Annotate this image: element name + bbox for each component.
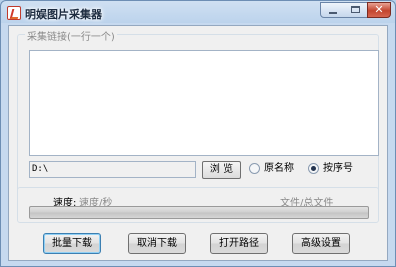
client-area: 采集链接(一行一个) D:\ 浏 览 原名称 按序号 速度: 速度/秒 文件/总… xyxy=(8,25,388,261)
maximize-button[interactable] xyxy=(344,2,368,18)
download-progress-bar xyxy=(29,206,369,219)
maximize-icon xyxy=(351,6,360,13)
advanced-settings-button[interactable]: 高级设置 xyxy=(292,233,350,254)
radio-sequence-number[interactable]: 按序号 xyxy=(308,162,353,176)
batch-download-button[interactable]: 批量下载 xyxy=(43,233,101,254)
open-path-button[interactable]: 打开路径 xyxy=(210,233,268,254)
save-path-input[interactable]: D:\ xyxy=(29,161,196,178)
window-title: 明娱图片采集器 xyxy=(25,8,102,21)
minimize-icon xyxy=(329,12,337,14)
radio-original-name-indicator[interactable] xyxy=(249,162,260,174)
links-groupbox: 采集链接(一行一个) D:\ 浏 览 原名称 按序号 xyxy=(17,28,379,204)
links-group-legend: 采集链接(一行一个) xyxy=(25,28,117,43)
close-icon: ✕ xyxy=(374,3,384,16)
links-textarea[interactable] xyxy=(29,50,379,156)
close-button[interactable]: ✕ xyxy=(367,2,391,18)
radio-original-name-label: 原名称 xyxy=(264,163,294,174)
app-window: 明娱图片采集器 ✕ 采集链接(一行一个) D:\ 浏 览 原名称 按序号 速度:… xyxy=(0,0,396,267)
cancel-download-button[interactable]: 取消下载 xyxy=(128,233,186,254)
radio-sequence-number-indicator[interactable] xyxy=(308,162,319,174)
minimize-button[interactable] xyxy=(320,2,345,18)
radio-original-name[interactable]: 原名称 xyxy=(249,162,294,176)
radio-sequence-number-label: 按序号 xyxy=(323,163,353,174)
title-bar[interactable]: 明娱图片采集器 ✕ xyxy=(1,1,395,25)
app-logo-icon xyxy=(7,6,21,20)
browse-button[interactable]: 浏 览 xyxy=(202,161,241,179)
progress-groupbox: 速度: 速度/秒 文件/总文件 xyxy=(17,187,379,223)
